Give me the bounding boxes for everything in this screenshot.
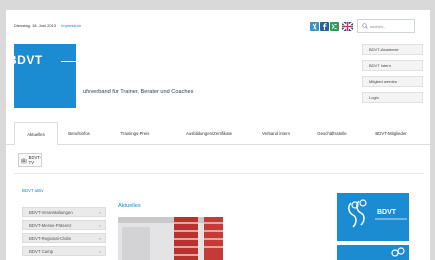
- chevron-right-icon: »: [98, 249, 101, 254]
- news-photo[interactable]: [118, 217, 223, 260]
- tab-aktuelles[interactable]: Aktuelles: [14, 122, 58, 145]
- button-bdvt-intern[interactable]: BDVT Intern: [362, 60, 423, 71]
- sidebar-item-label: BDVT-Veranstaltungen: [29, 210, 73, 215]
- page: Dienstag, 18. Juni 2013 Impressum BDVT u…: [6, 10, 430, 260]
- tab-verband-intern[interactable]: Verband intern: [248, 122, 304, 144]
- sidebar-item-regional-clubs[interactable]: BDVT-Regional-Clubs »: [22, 233, 106, 243]
- promo-text: BDVT: [377, 209, 397, 216]
- twitter-icon[interactable]: [330, 22, 339, 31]
- button-mitglied-werden[interactable]: Mitglied werden: [362, 76, 423, 87]
- promo-tile-bdvt[interactable]: BDVT: [337, 193, 409, 241]
- logo-text: BDVT: [8, 53, 43, 67]
- people-logo-icon: [391, 247, 405, 257]
- tab-ausbildungen[interactable]: Ausbildungen/Zertifikate: [170, 122, 248, 144]
- tab-trainings-preis[interactable]: Trainings-Preis: [100, 122, 170, 144]
- sidebar-title: BDVT aktiv: [22, 188, 44, 193]
- tab-geschaeftsstelle[interactable]: Geschäftsstelle: [304, 122, 360, 144]
- facebook-icon[interactable]: [320, 22, 329, 31]
- tv-label: BDVT-TV: [28, 155, 41, 165]
- xing-icon[interactable]: [310, 22, 319, 31]
- sidebar-item-camp[interactable]: BDVT Camp »: [22, 246, 106, 256]
- uk-flag-icon[interactable]: [342, 22, 353, 31]
- search-box[interactable]: [357, 19, 415, 33]
- button-login[interactable]: Login: [362, 92, 423, 103]
- tagline: ufsverband für Trainer, Berater und Coac…: [83, 89, 194, 95]
- search-icon[interactable]: [362, 23, 368, 29]
- main-title: Aktuelles: [118, 203, 141, 209]
- chevron-right-icon: »: [98, 223, 101, 228]
- chevron-right-icon: »: [98, 210, 101, 215]
- tv-icon: [21, 157, 27, 163]
- date-line: Dienstag, 18. Juni 2013 Impressum: [14, 23, 81, 28]
- chevron-right-icon: »: [98, 236, 101, 241]
- sidebar-item-messe-praesenz[interactable]: BDVT-Messe-Präsenz »: [22, 220, 106, 230]
- sidebar-item-label: BDVT-Regional-Clubs: [29, 236, 72, 241]
- content-divider: [14, 173, 424, 174]
- top-bar: Dienstag, 18. Juni 2013 Impressum: [6, 10, 430, 38]
- promo-tile-second[interactable]: [337, 245, 409, 260]
- main-nav: Aktuelles Berufsinfos Trainings-Preis Au…: [6, 122, 430, 145]
- button-bdvt-akademie[interactable]: BDVT-Akademie: [362, 44, 423, 55]
- bdvt-tv-link[interactable]: BDVT-TV: [18, 153, 42, 167]
- impressum-link[interactable]: Impressum: [61, 23, 81, 28]
- tab-bdvt-mitglieder[interactable]: BDVT-Mitglieder: [360, 122, 422, 144]
- sidebar-item-label: BDVT-Messe-Präsenz: [29, 223, 72, 228]
- logo-divider: [61, 61, 81, 62]
- tab-berufsinfos[interactable]: Berufsinfos: [58, 122, 100, 144]
- sidebar-item-veranstaltungen[interactable]: BDVT-Veranstaltungen »: [22, 207, 106, 217]
- sidebar-item-label: BDVT Camp: [29, 249, 54, 254]
- people-logo-icon: [348, 199, 407, 228]
- current-date: Dienstag, 18. Juni 2013: [14, 23, 57, 28]
- search-input[interactable]: [370, 21, 414, 31]
